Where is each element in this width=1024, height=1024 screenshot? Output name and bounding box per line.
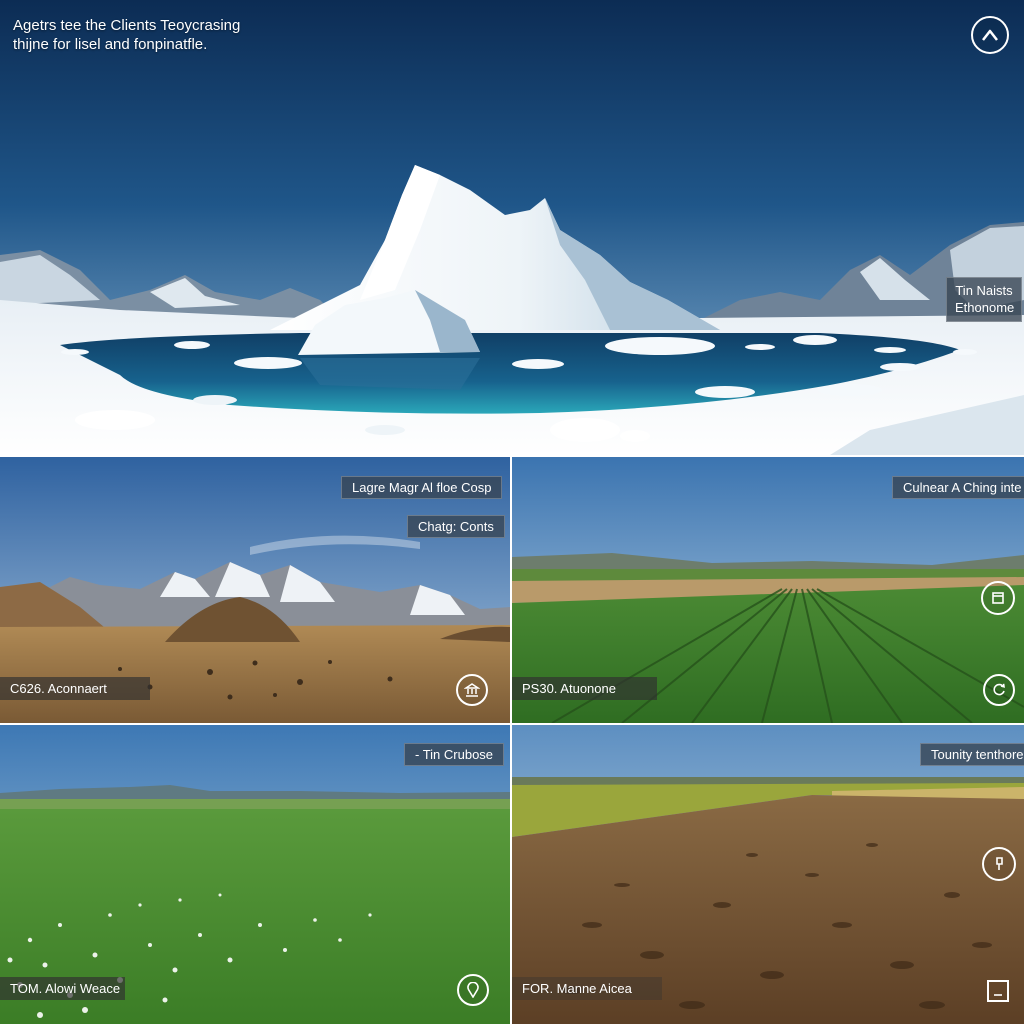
- crops-bottom-button[interactable]: [983, 674, 1015, 706]
- mountains-label: C626. Aconnaert: [0, 677, 150, 700]
- arctic-tag: Tin Naists Ethonome: [946, 277, 1022, 322]
- soil-label: FOR. Manne Aicea: [512, 977, 662, 1000]
- meadow-panel: - Tin Crubose TOM. Alowi Weace: [0, 725, 510, 1024]
- soil-panel: Tounity tenthore FOR. Manne Aicea: [512, 725, 1024, 1024]
- caption-line-1: Agetrs tee the Clients Teoycrasing: [13, 17, 241, 34]
- mountains-tag: Lagre Magr Al floe Cosp: [341, 476, 503, 499]
- mountains-panel: Lagre Magr Al floe Cosp Chatg: Conts C62…: [0, 457, 510, 723]
- crops-top-button[interactable]: [981, 581, 1015, 615]
- meadow-tag: - Tin Crubose: [404, 743, 505, 766]
- caption-line-2: thijne for lisel and fonpinatfle.: [13, 36, 208, 53]
- top-nav-button[interactable]: [971, 16, 1009, 54]
- landscape-collage: Agetrs tee the Clients Teoycrasing thijn…: [0, 0, 1024, 1024]
- arctic-scene: [0, 0, 1024, 455]
- arctic-panel: Agetrs tee the Clients Teoycrasing thijn…: [0, 0, 1024, 455]
- mountains-tag-secondary: Chatg: Conts: [407, 515, 505, 538]
- crops-tag: Culnear A Ching inte: [892, 476, 1024, 499]
- arctic-tag-line-2: Ethonome: [955, 300, 1015, 315]
- refresh-icon: [993, 683, 1005, 696]
- landmark-icon: [464, 683, 480, 697]
- soil-top-button[interactable]: [982, 847, 1016, 881]
- meadow-action-button[interactable]: [457, 974, 489, 1006]
- soil-bottom-button[interactable]: [987, 980, 1009, 1002]
- crops-panel: Culnear A Ching inte PS30. Atuonone: [512, 457, 1024, 723]
- chevron-up-icon: [982, 29, 998, 41]
- arctic-tag-line-1: Tin Naists: [955, 283, 1013, 298]
- pin-icon: [996, 857, 1003, 870]
- soil-tag: Tounity tenthore: [920, 743, 1024, 766]
- header-caption: Agetrs tee the Clients Teoycrasing thijn…: [13, 16, 240, 54]
- mountains-action-button[interactable]: [456, 674, 488, 706]
- location-pin-icon: [467, 982, 479, 998]
- meadow-label: TOM. Alowi Weace: [0, 977, 125, 1000]
- square-icon: [994, 994, 1002, 996]
- box-icon: [992, 592, 1004, 604]
- crops-label: PS30. Atuonone: [512, 677, 657, 700]
